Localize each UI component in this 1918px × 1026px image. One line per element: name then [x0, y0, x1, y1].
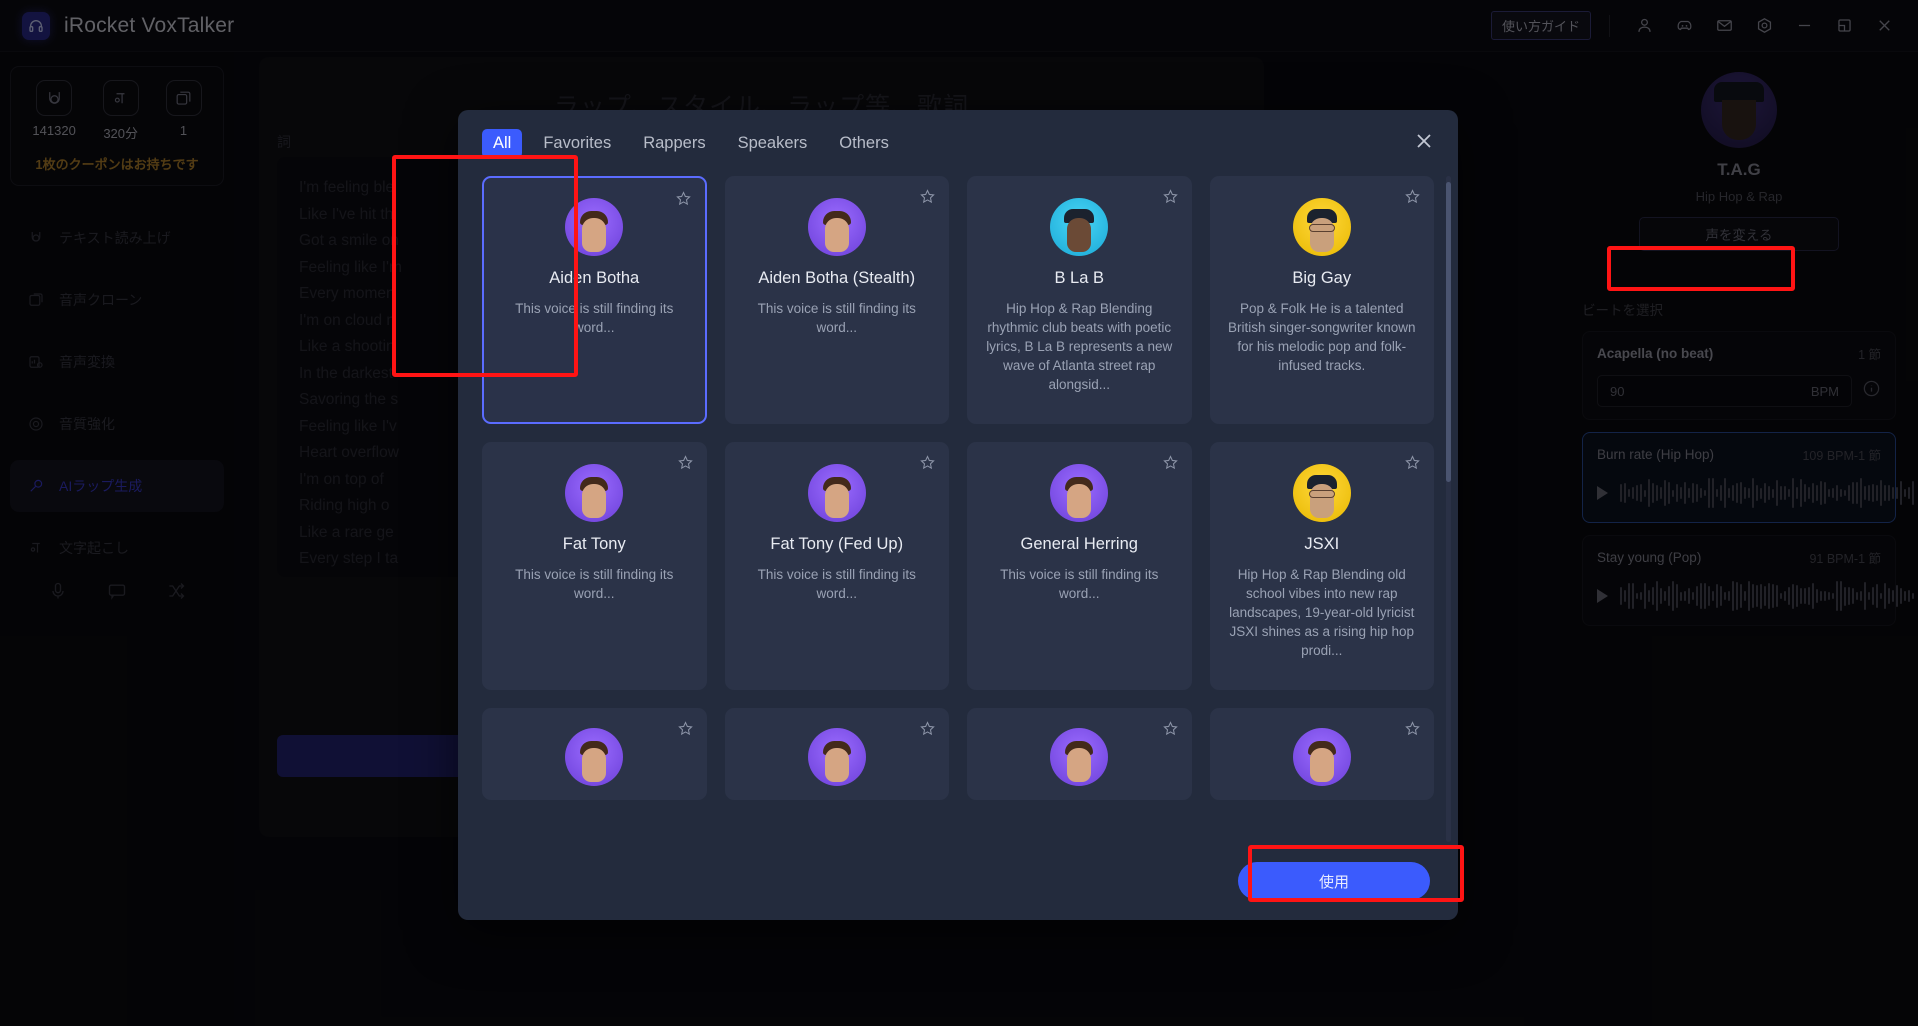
favorite-star-icon[interactable] [1162, 454, 1179, 476]
voice-avatar [1050, 728, 1109, 786]
voice-name: Fat Tony (Fed Up) [770, 535, 904, 553]
voice-card[interactable] [967, 708, 1192, 800]
voice-avatar [1292, 198, 1351, 256]
favorite-star-icon[interactable] [1404, 188, 1421, 210]
voice-card[interactable]: Aiden Botha This voice is still finding i… [482, 176, 707, 424]
voice-card[interactable]: Big Gay Pop & Folk He is a talented Briti… [1209, 176, 1434, 424]
voice-avatar [807, 464, 866, 522]
voice-avatar [565, 728, 624, 786]
voice-avatar [1292, 464, 1351, 522]
voice-description: This voice is still finding its word... [757, 301, 916, 335]
voice-description: Hip Hop & Rap Blending rhythmic club bea… [986, 301, 1173, 392]
favorite-star-icon[interactable] [675, 190, 692, 212]
voice-grid: Aiden Botha This voice is still finding i… [482, 176, 1434, 800]
scrollbar-thumb[interactable] [1446, 182, 1451, 482]
tab-rappers[interactable]: Rappers [632, 129, 716, 158]
favorite-star-icon[interactable] [1162, 188, 1179, 210]
voice-description: This voice is still finding its word... [1000, 567, 1159, 601]
tab-others[interactable]: Others [828, 129, 900, 158]
voice-card[interactable]: JSXI Hip Hop & Rap Blending old school vi… [1209, 442, 1434, 690]
voice-avatar [565, 198, 624, 256]
favorite-star-icon[interactable] [919, 188, 936, 210]
voice-grid-container: Aiden Botha This voice is still finding i… [458, 176, 1458, 842]
voice-card[interactable] [724, 708, 949, 800]
close-icon[interactable] [1412, 129, 1436, 158]
voice-card[interactable] [1209, 708, 1434, 800]
voice-avatar [565, 464, 624, 522]
favorite-star-icon[interactable] [919, 720, 936, 742]
use-button[interactable]: 使用 [1238, 862, 1430, 900]
favorite-star-icon[interactable] [1162, 720, 1179, 742]
voice-description: This voice is still finding its word... [515, 301, 674, 335]
tab-all[interactable]: All [482, 128, 523, 158]
voice-name: Aiden Botha (Stealth) [758, 269, 916, 287]
modal-footer: 使用 [458, 842, 1458, 920]
voice-description: Hip Hop & Rap Blending old school vibes … [1229, 567, 1415, 658]
voice-avatar [1292, 728, 1351, 786]
voice-avatar [807, 198, 866, 256]
tab-favorites[interactable]: Favorites [532, 129, 622, 158]
tab-speakers[interactable]: Speakers [727, 129, 819, 158]
voice-avatar [807, 728, 866, 786]
voice-description: Pop & Folk He is a talented British sing… [1227, 301, 1416, 373]
voice-card[interactable]: Fat Tony This voice is still finding its … [482, 442, 707, 690]
voice-category-tabs: All Favorites Rappers Speakers Others [482, 128, 900, 158]
voice-name: Big Gay [1292, 269, 1352, 287]
modal-header: All Favorites Rappers Speakers Others [458, 110, 1458, 176]
voice-card[interactable]: Fat Tony (Fed Up) This voice is still fin… [724, 442, 949, 690]
voice-selection-modal: All Favorites Rappers Speakers Others Ai… [458, 110, 1458, 920]
voice-card[interactable] [482, 708, 707, 800]
favorite-star-icon[interactable] [1404, 720, 1421, 742]
voice-name: Fat Tony [562, 535, 626, 553]
voice-card[interactable]: General Herring This voice is still findi… [967, 442, 1192, 690]
voice-name: General Herring [1020, 535, 1138, 553]
voice-name: Aiden Botha [549, 269, 640, 287]
application-window: iRocket VoxTalker 使い方ガイド [0, 0, 1918, 1026]
favorite-star-icon[interactable] [919, 454, 936, 476]
voice-description: This voice is still finding its word... [757, 567, 916, 601]
voice-avatar [1050, 464, 1109, 522]
favorite-star-icon[interactable] [677, 454, 694, 476]
favorite-star-icon[interactable] [677, 720, 694, 742]
voice-description: This voice is still finding its word... [515, 567, 674, 601]
voice-avatar [1050, 198, 1109, 256]
voice-card[interactable]: Aiden Botha (Stealth) This voice is still… [724, 176, 949, 424]
voice-name: B La B [1054, 269, 1105, 287]
voice-name: JSXI [1304, 535, 1340, 553]
voice-card[interactable]: B La B Hip Hop & Rap Blending rhythmic cl… [967, 176, 1192, 424]
favorite-star-icon[interactable] [1404, 454, 1421, 476]
